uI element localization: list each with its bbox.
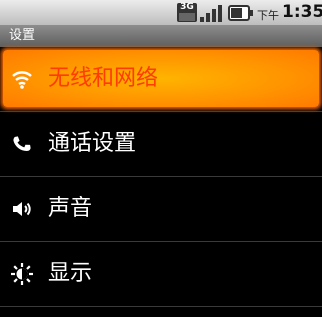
settings-item-display[interactable]: 显示 [0,242,322,307]
time-period: 下午 [257,9,279,22]
phone-icon [10,132,34,156]
settings-item-label: 显示 [48,261,93,286]
clock-time: 1:35 [282,2,322,22]
settings-item-label: 通话设置 [48,131,137,156]
battery-icon [228,5,253,21]
settings-list: 无线和网络 通话设置 声音 显示 [0,47,322,307]
network-type-label: 3G [180,2,194,12]
settings-item-label: 声音 [48,196,93,221]
signal-strength-icon [200,3,222,22]
wifi-icon [10,67,34,91]
brightness-icon [10,262,34,286]
page-title: 设置 [0,25,322,47]
settings-item-label: 无线和网络 [48,66,159,91]
settings-item-call-settings[interactable]: 通话设置 [0,112,322,177]
status-bar: 3G 下午 1:35 [0,0,322,25]
settings-item-wireless-networks[interactable]: 无线和网络 [0,47,322,112]
network-type-icon: 3G [177,3,197,22]
speaker-icon [10,197,34,221]
settings-item-sound[interactable]: 声音 [0,177,322,242]
